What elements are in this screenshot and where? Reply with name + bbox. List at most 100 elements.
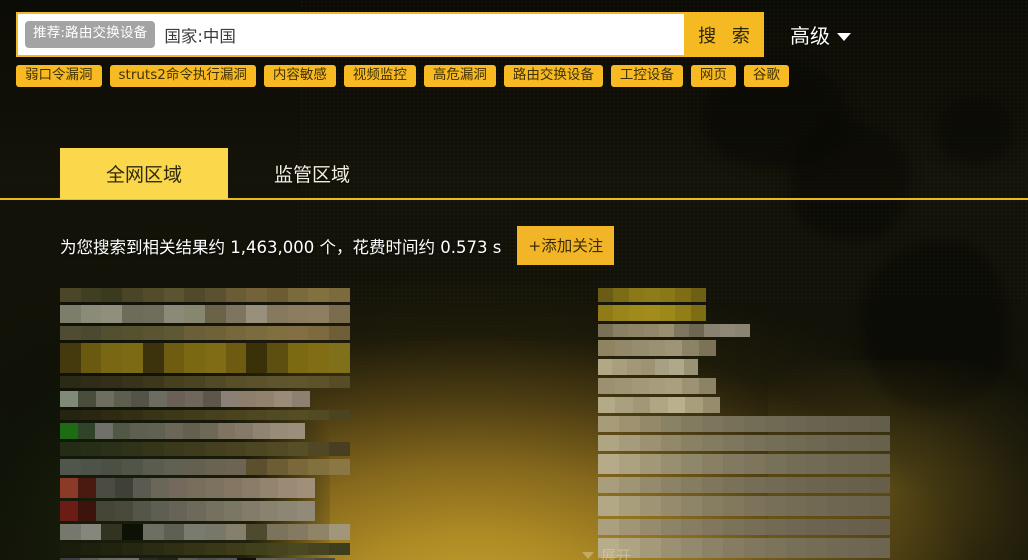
redacted-block xyxy=(260,501,279,521)
redacted-block xyxy=(639,454,661,474)
redacted-block xyxy=(329,326,350,340)
redacted-block xyxy=(225,376,247,388)
redacted-block xyxy=(235,423,253,439)
redacted-block xyxy=(142,376,164,388)
redacted-block xyxy=(151,478,170,498)
quick-tag[interactable]: struts2命令执行漏洞 xyxy=(109,65,256,87)
redacted-block xyxy=(681,496,703,516)
redacted-block xyxy=(702,435,724,451)
redacted-block xyxy=(101,343,123,373)
redacted-block xyxy=(655,359,670,375)
redacted-block xyxy=(806,416,828,432)
expand-button[interactable]: 展开 xyxy=(582,545,631,560)
redacted-block xyxy=(184,543,205,555)
redacted-block xyxy=(184,410,205,420)
redacted-block xyxy=(122,442,143,456)
redacted-block xyxy=(743,477,765,493)
redacted-block xyxy=(329,343,350,373)
redacted-block xyxy=(142,410,164,420)
redacted-block xyxy=(648,340,666,356)
redacted-block xyxy=(764,416,786,432)
redacted-block xyxy=(184,326,205,340)
redacted-block xyxy=(287,288,309,302)
quick-tag-list: 弱口令漏洞 struts2命令执行漏洞 内容敏感 视频监控 高危漏洞 路由交换设备 工控设备… xyxy=(16,65,789,87)
tab-inactive[interactable]: 监管区域 xyxy=(228,148,396,199)
quick-tag[interactable]: 弱口令漏洞 xyxy=(16,65,102,87)
quick-tag[interactable]: 网页 xyxy=(690,65,736,87)
redacted-block xyxy=(204,343,226,373)
redacted-block xyxy=(667,397,686,413)
redacted-block xyxy=(169,478,188,498)
redacted-block xyxy=(868,538,890,558)
redacted-block xyxy=(80,410,102,420)
redacted-block xyxy=(660,416,682,432)
expand-label: 展开 xyxy=(601,547,632,560)
redacted-block xyxy=(267,459,288,475)
redacted-block xyxy=(690,288,706,302)
redacted-result-row xyxy=(598,305,706,321)
region-tabs: 全网区域 监管区域 xyxy=(60,148,396,199)
quick-tag[interactable]: 视频监控 xyxy=(343,65,416,87)
redacted-block xyxy=(806,477,828,493)
redacted-block xyxy=(329,524,350,540)
search-button[interactable]: 搜 索 xyxy=(684,12,764,57)
quick-tag[interactable]: 谷歌 xyxy=(743,65,789,87)
add-follow-button[interactable]: +添加关注 xyxy=(517,226,615,265)
redacted-block xyxy=(308,524,330,540)
redacted-block xyxy=(132,478,152,498)
redacted-result-row xyxy=(598,324,750,337)
redacted-block xyxy=(204,376,226,388)
redacted-block xyxy=(142,343,164,373)
redacted-block xyxy=(142,442,164,456)
redacted-block xyxy=(827,416,849,432)
redacted-block xyxy=(267,524,288,540)
redacted-block xyxy=(704,324,720,337)
redacted-block xyxy=(246,343,268,373)
redacted-block xyxy=(659,288,676,302)
redacted-block xyxy=(639,538,661,558)
redacted-block xyxy=(163,376,185,388)
redacted-block xyxy=(204,459,226,475)
redacted-block xyxy=(764,477,786,493)
redacted-block xyxy=(764,496,786,516)
redacted-block xyxy=(225,326,247,340)
tab-active[interactable]: 全网区域 xyxy=(60,148,228,199)
advanced-dropdown[interactable]: 高级 xyxy=(790,20,851,49)
search-input[interactable]: 推荐:路由交换设备 国家:中国 xyxy=(16,12,684,57)
redacted-block xyxy=(618,416,640,432)
redacted-block xyxy=(246,288,268,302)
redacted-block xyxy=(868,435,890,451)
redacted-block xyxy=(184,343,205,373)
redacted-block xyxy=(702,519,724,535)
quick-tag[interactable]: 工控设备 xyxy=(610,65,683,87)
redacted-block xyxy=(238,391,257,407)
redacted-block xyxy=(702,477,724,493)
quick-tag[interactable]: 内容敏感 xyxy=(263,65,336,87)
search-suggestion-chip[interactable]: 推荐:路由交换设备 xyxy=(25,21,156,48)
redacted-result-row xyxy=(60,459,350,475)
redacted-block xyxy=(598,519,619,535)
redacted-block xyxy=(685,397,703,413)
result-list-left[interactable] xyxy=(60,288,350,560)
result-list-right[interactable] xyxy=(598,288,898,560)
redacted-block xyxy=(246,524,268,540)
redacted-block xyxy=(204,410,226,420)
redacted-block xyxy=(80,543,102,555)
redacted-block xyxy=(96,501,115,521)
redacted-block xyxy=(267,326,288,340)
quick-tag[interactable]: 路由交换设备 xyxy=(503,65,603,87)
redacted-block xyxy=(598,378,615,394)
redacted-block xyxy=(719,324,735,337)
redacted-block xyxy=(101,326,123,340)
redacted-block xyxy=(287,305,309,323)
redacted-block xyxy=(631,340,649,356)
redacted-block xyxy=(60,305,81,323)
redacted-block xyxy=(122,288,143,302)
redacted-block xyxy=(665,340,683,356)
redacted-block xyxy=(660,477,682,493)
quick-tag[interactable]: 高危漏洞 xyxy=(423,65,496,87)
redacted-block xyxy=(225,288,247,302)
redacted-block xyxy=(80,343,102,373)
redacted-block xyxy=(613,288,629,302)
redacted-block xyxy=(60,391,78,407)
